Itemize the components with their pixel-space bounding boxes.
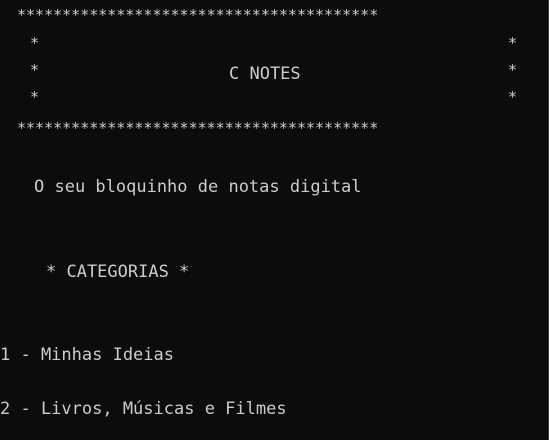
app-subtitle: O seu bloquinho de notas digital bbox=[34, 177, 362, 197]
banner-side-star: * bbox=[508, 61, 518, 79]
banner-side-star: * bbox=[508, 34, 518, 52]
category-item: 1 - Minhas Ideias bbox=[0, 345, 174, 365]
banner-bottom-border: **************************************** bbox=[17, 119, 379, 137]
banner-side-star: * bbox=[508, 88, 518, 106]
categories-heading: * CATEGORIAS * bbox=[46, 262, 190, 282]
banner-top-border: **************************************** bbox=[17, 6, 379, 24]
app-title: C NOTES bbox=[229, 64, 301, 84]
banner-side-star: * bbox=[30, 88, 40, 106]
console-window: ****************************************… bbox=[0, 0, 549, 440]
banner-side-star: * bbox=[30, 61, 40, 79]
category-item: 2 - Livros, Músicas e Filmes bbox=[0, 399, 287, 419]
banner-side-star: * bbox=[30, 34, 40, 52]
